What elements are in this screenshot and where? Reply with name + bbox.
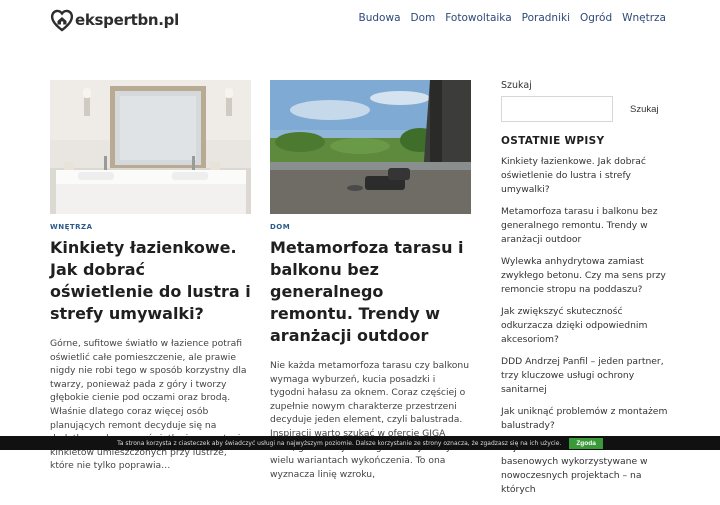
nav-item-fotowoltaika[interactable]: Fotowoltaika xyxy=(445,12,511,24)
site-header: ekspertbn.pl Budowa Dom Fotowoltaika Por… xyxy=(0,0,720,40)
post-category[interactable]: WNĘTRZA xyxy=(50,223,251,231)
cookie-accept-button[interactable]: Zgoda xyxy=(569,437,603,449)
site-logo[interactable]: ekspertbn.pl xyxy=(50,6,179,34)
post-excerpt: Nie każda metamorfoza tarasu czy balkonu… xyxy=(270,360,470,480)
cookie-bar: Ta strona korzysta z ciasteczek aby świa… xyxy=(0,436,720,450)
recent-post-link[interactable]: Metamorfoza tarasu i balkonu bez general… xyxy=(501,205,671,247)
cookie-text: Ta strona korzysta z ciasteczek aby świa… xyxy=(117,439,562,447)
post-excerpt: Górne, sufitowe światło w łazience potra… xyxy=(50,338,247,472)
nav-item-dom[interactable]: Dom xyxy=(411,12,436,24)
search-button[interactable]: Szukaj xyxy=(630,104,659,115)
bathroom-mirror-photo[interactable] xyxy=(50,80,251,214)
nav-item-ogrod[interactable]: Ogród xyxy=(580,12,612,24)
recent-post-link[interactable]: Kinkiety łazienkowe. Jak dobrać oświetle… xyxy=(501,155,671,197)
logo-text: ekspertbn.pl xyxy=(75,11,179,29)
search-input[interactable] xyxy=(501,96,613,122)
post-card: DOM Metamorfoza tarasu i balkonu bez gen… xyxy=(270,80,471,481)
recent-post-link[interactable]: DDD Andrzej Panfil – jeden partner, trzy… xyxy=(501,355,671,397)
post-category[interactable]: DOM xyxy=(270,223,471,231)
recent-posts-heading: OSTATNIE WPISY xyxy=(501,135,605,147)
post-title[interactable]: Metamorfoza tarasu i balkonu bez general… xyxy=(270,237,471,347)
recent-post-link[interactable]: Jak uniknąć problemów z montażem balustr… xyxy=(501,405,671,433)
search-label: Szukaj xyxy=(501,80,532,91)
heart-house-logo-icon xyxy=(50,9,74,32)
post-card: WNĘTRZA Kinkiety łazienkowe. Jak dobrać … xyxy=(50,80,251,473)
terrace-photo[interactable] xyxy=(270,80,471,214)
main-nav: Budowa Dom Fotowoltaika Poradniki Ogród … xyxy=(349,12,666,24)
nav-item-poradniki[interactable]: Poradniki xyxy=(522,12,570,24)
post-title[interactable]: Kinkiety łazienkowe. Jak dobrać oświetle… xyxy=(50,237,251,325)
recent-post-link[interactable]: Jak zwiększyć skuteczność odkurzacza dzi… xyxy=(501,305,671,347)
recent-post-link[interactable]: Wylewka anhydrytowa zamiast zwykłego bet… xyxy=(501,255,671,297)
nav-item-budowa[interactable]: Budowa xyxy=(359,12,401,24)
search-form: Szukaj xyxy=(501,96,671,122)
nav-item-wnetrza[interactable]: Wnętrza xyxy=(622,12,666,24)
